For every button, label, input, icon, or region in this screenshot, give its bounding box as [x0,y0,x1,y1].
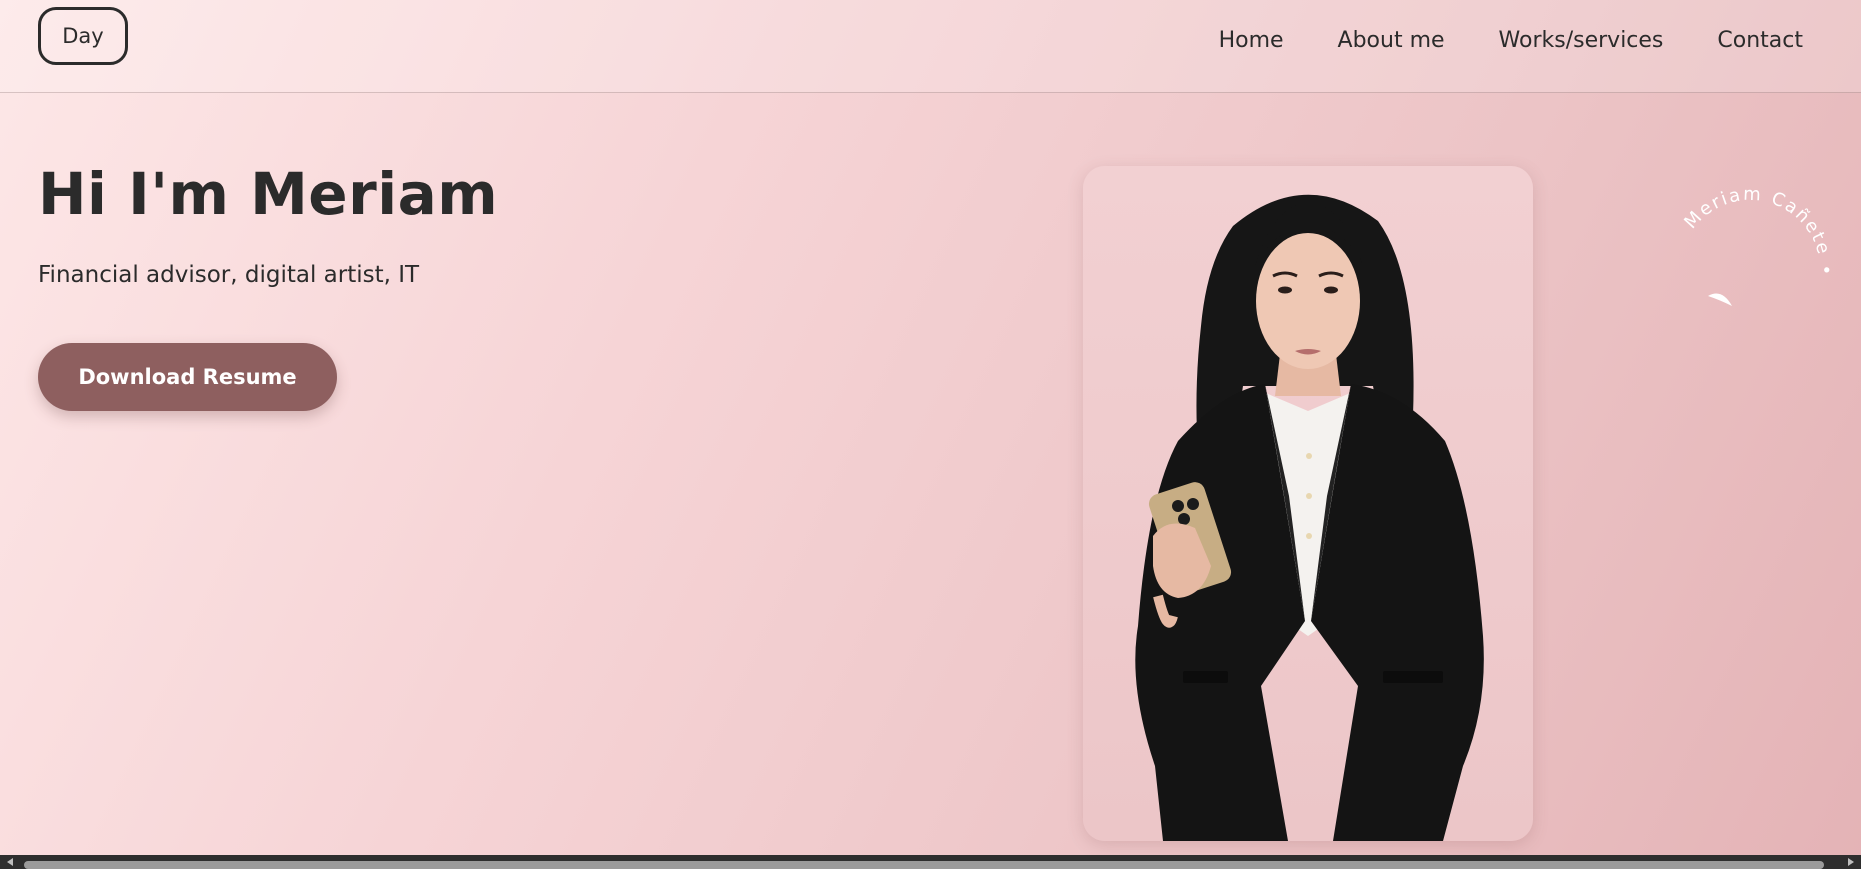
day-mode-toggle[interactable]: Day [38,7,128,65]
scroll-thumb[interactable] [24,861,1824,869]
badge-circle-text: Meriam Cañete • [1679,180,1840,313]
hero-title: Hi I'm Meriam [38,160,499,228]
horizontal-scrollbar[interactable] [0,855,1861,869]
download-resume-button[interactable]: Download Resume [38,343,337,411]
site-header: Day Home About me Works/services Contact [0,0,1861,93]
main-nav: Home About me Works/services Contact [1219,22,1803,58]
nav-works-services[interactable]: Works/services [1499,28,1664,53]
portrait-image [1135,194,1484,841]
leaf-icon [1708,293,1732,306]
triangle-right-icon[interactable] [1841,855,1861,869]
name-badge: Meriam Cañete • [1679,180,1840,313]
page: Day Home About me Works/services Contact… [0,0,1861,869]
nav-about-me[interactable]: About me [1338,28,1445,53]
nav-home[interactable]: Home [1219,28,1284,53]
hero-subtitle: Financial advisor, digital artist, IT [38,262,420,288]
triangle-left-icon[interactable] [0,855,20,869]
nav-contact[interactable]: Contact [1717,28,1803,53]
portrait-card [1083,166,1533,841]
